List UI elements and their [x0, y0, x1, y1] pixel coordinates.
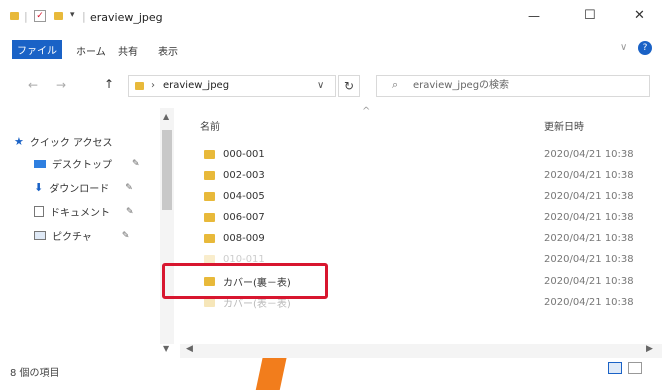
- desktop-icon: [34, 159, 46, 168]
- file-date: 2020/04/21 10:38: [544, 297, 634, 308]
- file-date: 2020/04/21 10:38: [544, 149, 634, 160]
- file-name: 008-009: [223, 232, 265, 244]
- file-name: 000-001: [223, 148, 265, 160]
- title-bar: | ✓ ▾ | eraview_jpeg — ☐ ✕: [0, 0, 662, 34]
- file-row[interactable]: 004-005: [204, 186, 265, 206]
- file-row[interactable]: 002-003: [204, 165, 265, 185]
- path-separator: ›: [151, 80, 155, 91]
- tab-view[interactable]: 表示: [158, 43, 178, 58]
- sidebar-item-documents[interactable]: ドキュメント ✎: [34, 204, 134, 219]
- file-date: 2020/04/21 10:38: [544, 233, 634, 244]
- file-name: 002-003: [223, 169, 265, 181]
- sidebar-item-label: ピクチャ: [52, 232, 92, 243]
- column-header-name[interactable]: 名前: [200, 118, 220, 133]
- file-date: 2020/04/21 10:38: [544, 276, 634, 287]
- horizontal-scrollbar[interactable]: [180, 344, 662, 358]
- sidebar-item-label: ダウンロード: [49, 184, 110, 195]
- folder-icon: [135, 82, 144, 90]
- tab-home[interactable]: ホーム: [76, 43, 106, 58]
- back-button[interactable]: ←: [28, 78, 38, 92]
- large-icons-view-icon[interactable]: [628, 362, 642, 374]
- tab-share[interactable]: 共有: [118, 43, 138, 58]
- file-name: 004-005: [223, 190, 265, 202]
- file-date: 2020/04/21 10:38: [544, 191, 634, 202]
- file-date: 2020/04/21 10:38: [544, 170, 634, 181]
- up-button[interactable]: ↑: [104, 77, 114, 91]
- column-header-date[interactable]: 更新日時: [544, 118, 584, 133]
- pin-icon[interactable]: ✎: [132, 159, 140, 169]
- sidebar-item-quick-access[interactable]: ★ クイック アクセス: [14, 134, 113, 149]
- scroll-right-icon[interactable]: ▶: [646, 344, 653, 354]
- sidebar-item-desktop[interactable]: デスクトップ ✎: [34, 156, 140, 171]
- pin-icon[interactable]: ✎: [122, 231, 130, 241]
- download-icon: ⬇: [34, 181, 44, 194]
- file-row[interactable]: 006-007: [204, 207, 265, 227]
- scroll-up-icon[interactable]: ▲: [163, 112, 169, 121]
- close-button[interactable]: ✕: [634, 8, 645, 23]
- sidebar-item-pictures[interactable]: ピクチャ ✎: [34, 228, 129, 243]
- help-icon[interactable]: ?: [638, 41, 652, 55]
- qat-dropdown-icon[interactable]: ▾: [70, 10, 75, 20]
- refresh-button[interactable]: ↻: [338, 75, 360, 97]
- folder-icon: [204, 170, 215, 180]
- document-icon: [34, 206, 44, 217]
- file-name: 006-007: [223, 211, 265, 223]
- scroll-left-icon[interactable]: ◀: [186, 344, 193, 354]
- ribbon-expand-icon[interactable]: ∨: [620, 42, 627, 53]
- pictures-icon: [34, 231, 46, 240]
- file-row[interactable]: 000-001: [204, 144, 265, 164]
- search-icon: ⌕: [392, 78, 399, 91]
- star-icon: ★: [14, 135, 24, 148]
- pin-icon[interactable]: ✎: [125, 183, 133, 193]
- maximize-button[interactable]: ☐: [584, 8, 596, 23]
- folder-icon: [204, 149, 215, 159]
- folder-icon: [204, 233, 215, 243]
- properties-icon[interactable]: ✓: [34, 10, 46, 22]
- sidebar-item-label: デスクトップ: [52, 160, 112, 171]
- new-folder-icon[interactable]: [54, 12, 63, 20]
- file-date: 2020/04/21 10:38: [544, 254, 634, 265]
- file-tab[interactable]: ファイル: [12, 40, 62, 59]
- details-view-icon[interactable]: [608, 362, 622, 374]
- scroll-down-icon[interactable]: ▼: [163, 344, 169, 353]
- qat-separator: |: [24, 10, 28, 23]
- pin-icon[interactable]: ✎: [126, 207, 134, 217]
- sidebar-item-label: ドキュメント: [50, 208, 110, 219]
- folder-icon: [204, 212, 215, 222]
- search-input[interactable]: eraview_jpegの検索: [376, 75, 650, 97]
- sidebar-item-downloads[interactable]: ⬇ ダウンロード ✎: [34, 180, 133, 195]
- file-date: 2020/04/21 10:38: [544, 212, 634, 223]
- sidebar-scroll-thumb[interactable]: [162, 130, 172, 210]
- file-row[interactable]: 008-009: [204, 228, 265, 248]
- address-field[interactable]: › eraview_jpeg ∨: [128, 75, 336, 97]
- sidebar-item-label: クイック アクセス: [29, 138, 113, 149]
- item-count: 8 個の項目: [10, 368, 60, 379]
- sort-indicator-icon: ^: [362, 106, 371, 117]
- highlight-box: [162, 263, 328, 299]
- window-title: eraview_jpeg: [90, 11, 163, 24]
- minimize-button[interactable]: —: [528, 9, 540, 23]
- folder-icon: [10, 12, 19, 20]
- address-dropdown-icon[interactable]: ∨: [317, 80, 324, 91]
- folder-icon: [204, 191, 215, 201]
- title-separator: |: [82, 10, 86, 23]
- path-segment[interactable]: eraview_jpeg: [163, 80, 229, 91]
- forward-button[interactable]: →: [56, 78, 66, 92]
